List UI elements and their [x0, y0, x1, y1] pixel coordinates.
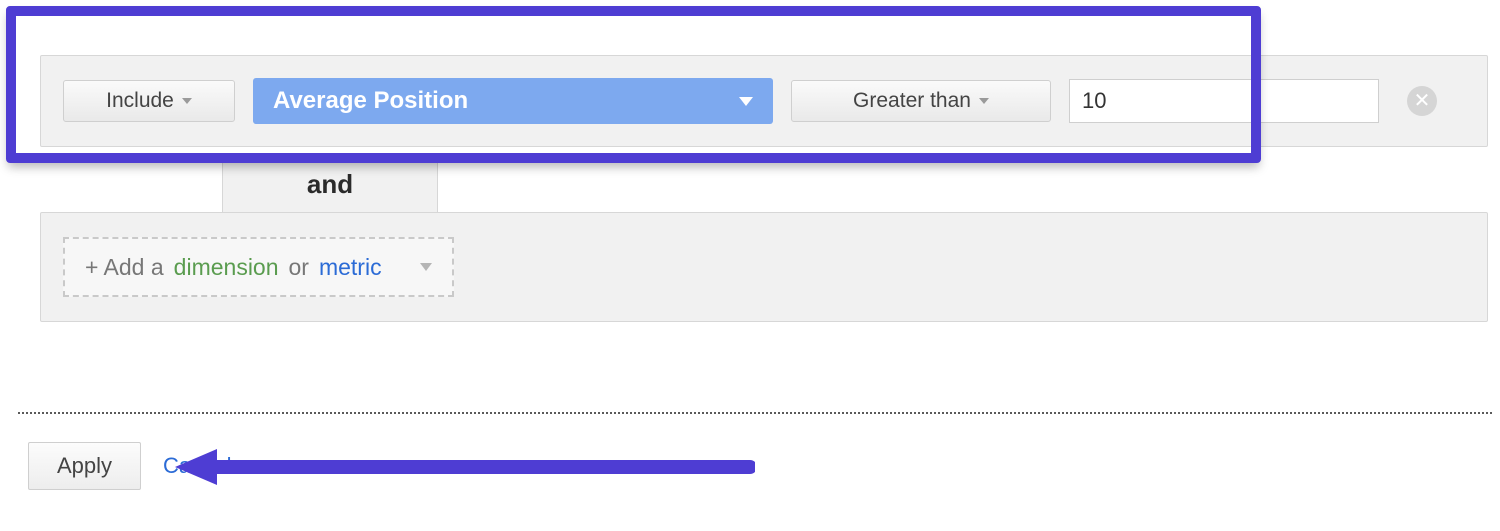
value-input[interactable] [1069, 79, 1379, 123]
chevron-down-icon [739, 97, 753, 106]
cancel-label: Cancel [163, 453, 231, 478]
and-connector: and [222, 155, 438, 213]
add-prefix: + Add a [85, 254, 164, 281]
dimension-word: dimension [174, 254, 279, 281]
include-dropdown[interactable]: Include [63, 80, 235, 122]
or-word: or [289, 254, 309, 281]
close-icon: ✕ [1414, 91, 1431, 111]
chevron-down-icon [420, 263, 432, 271]
condition-label: Greater than [853, 89, 971, 113]
condition-dropdown[interactable]: Greater than [791, 80, 1051, 122]
apply-label: Apply [57, 453, 112, 478]
chevron-down-icon [979, 98, 989, 104]
apply-button[interactable]: Apply [28, 442, 141, 490]
separator [18, 412, 1492, 414]
include-label: Include [106, 89, 174, 113]
chevron-down-icon [182, 98, 192, 104]
filter-row: Include Average Position Greater than ✕ [40, 55, 1488, 147]
cancel-link[interactable]: Cancel [163, 453, 231, 479]
and-label: and [307, 169, 353, 200]
add-filter-row: + Add a dimension or metric [40, 212, 1488, 322]
metric-word: metric [319, 254, 382, 281]
annotation-arrow [175, 445, 755, 489]
add-dimension-metric-dropdown[interactable]: + Add a dimension or metric [63, 237, 454, 297]
metric-dropdown[interactable]: Average Position [253, 78, 773, 124]
action-bar: Apply Cancel [28, 442, 232, 490]
remove-filter-button[interactable]: ✕ [1407, 86, 1437, 116]
filter-builder: Include Average Position Greater than ✕ … [0, 0, 1500, 531]
metric-label: Average Position [273, 87, 468, 115]
